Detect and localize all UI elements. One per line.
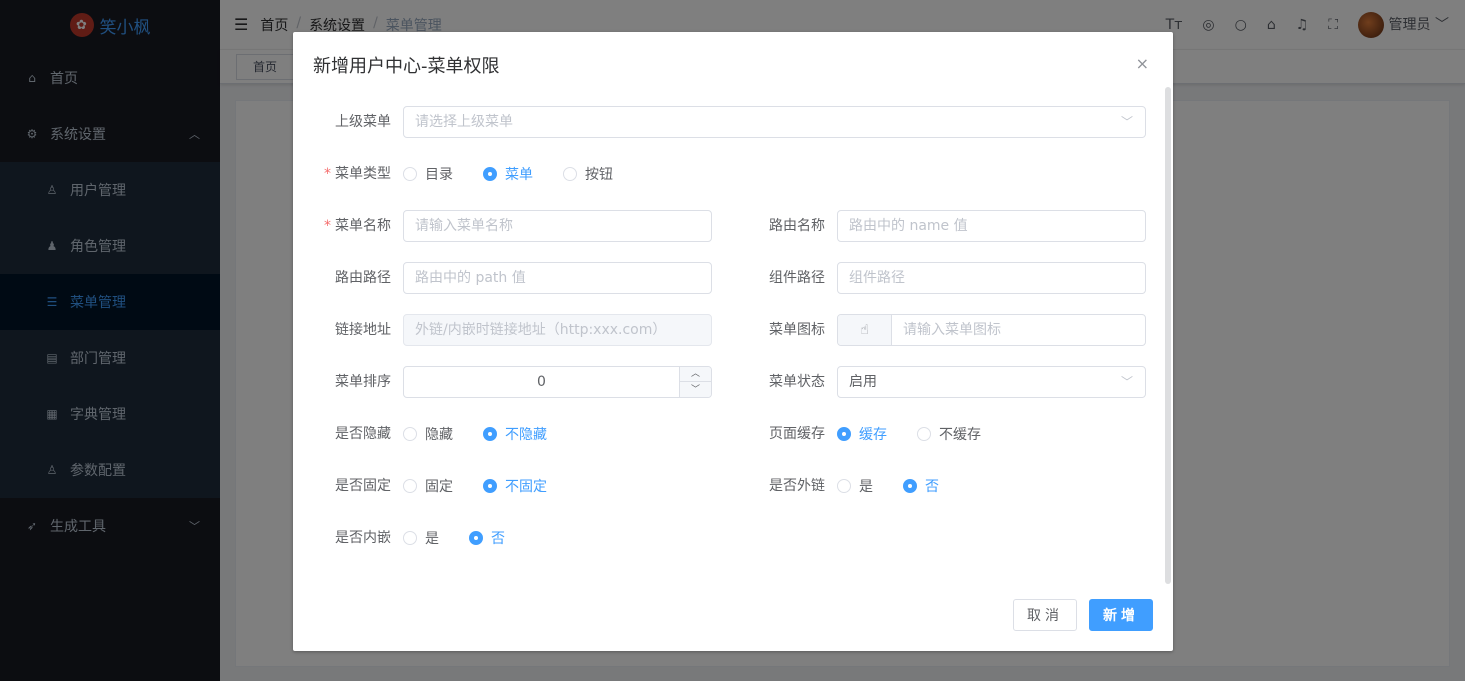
radio-fixed-no[interactable]: 不固定 [483,476,547,496]
radio-type-directory[interactable]: 目录 [403,164,453,184]
submit-button[interactable]: 新增 [1089,599,1153,631]
close-icon[interactable]: × [1136,54,1149,73]
link-input: 外链/内嵌时链接地址（http:xxx.com） [403,314,712,346]
radio-hidden-no[interactable]: 不隐藏 [483,424,547,444]
chevron-down-icon: ﹀ [1120,115,1133,129]
embed-radio-group: 是 否 [403,522,535,554]
label-route-path: 路由路径 [335,270,391,286]
radio-external-yes[interactable]: 是 [837,476,873,496]
external-radio-group: 是 否 [837,470,969,502]
radio-external-no[interactable]: 否 [903,476,939,496]
parent-menu-placeholder: 请选择上级菜单 [415,114,513,130]
dialog-title: 新增用户中心-菜单权限 [313,56,500,77]
label-menu-name: * 菜单名称 [324,218,391,234]
cache-radio-group: 缓存 不缓存 [837,418,1011,450]
label-cache: 页面缓存 [769,426,825,442]
chevron-down-icon: ﹀ [1120,375,1133,389]
menu-type-radio-group: 目录 菜单 按钮 [403,158,643,190]
label-menu-type: * 菜单类型 [324,166,391,182]
sort-value: 0 [537,374,546,390]
label-external: 是否外链 [769,478,825,494]
radio-type-menu[interactable]: 菜单 [483,164,533,184]
status-select[interactable]: 启用 ﹀ [837,366,1146,398]
menu-icon-input[interactable]: ☝ 请输入菜单图标 [837,314,1146,346]
menu-name-input[interactable]: 请输入菜单名称 [403,210,712,242]
scrollbar[interactable] [1165,87,1171,584]
parent-menu-select[interactable]: 请选择上级菜单 ﹀ [403,106,1146,138]
label-menu-icon: 菜单图标 [769,322,825,338]
hidden-radio-group: 隐藏 不隐藏 [403,418,577,450]
label-fixed: 是否固定 [335,478,391,494]
cancel-button[interactable]: 取消 [1013,599,1077,631]
add-menu-dialog: 新增用户中心-菜单权限 × 上级菜单 请选择上级菜单 ﹀ * 菜单类型 目录 菜单… [293,32,1173,651]
label-route-name: 路由名称 [769,218,825,234]
route-name-input[interactable]: 路由中的 name 值 [837,210,1146,242]
component-path-input[interactable]: 组件路径 [837,262,1146,294]
pointer-hand-icon[interactable]: ☝ [838,315,892,345]
menu-icon-placeholder: 请输入菜单图标 [903,322,1001,338]
radio-cache-yes[interactable]: 缓存 [837,424,887,444]
radio-type-button[interactable]: 按钮 [563,164,613,184]
radio-cache-no[interactable]: 不缓存 [917,424,981,444]
label-hidden: 是否隐藏 [335,426,391,442]
label-status: 菜单状态 [769,374,825,390]
fixed-radio-group: 固定 不固定 [403,470,577,502]
radio-fixed-yes[interactable]: 固定 [403,476,453,496]
radio-embed-no[interactable]: 否 [469,528,505,548]
label-parent-menu: 上级菜单 [335,114,391,130]
label-component-path: 组件路径 [769,270,825,286]
quantity-stepper: ︿ ﹀ [679,367,711,397]
label-embed: 是否内嵌 [335,530,391,546]
decrease-button[interactable]: ﹀ [680,382,711,397]
radio-hidden-yes[interactable]: 隐藏 [403,424,453,444]
radio-embed-yes[interactable]: 是 [403,528,439,548]
route-path-input[interactable]: 路由中的 path 值 [403,262,712,294]
label-link: 链接地址 [335,322,391,338]
status-value: 启用 [849,374,877,390]
label-sort: 菜单排序 [335,374,391,390]
sort-number-input[interactable]: 0 ︿ ﹀ [403,366,712,398]
